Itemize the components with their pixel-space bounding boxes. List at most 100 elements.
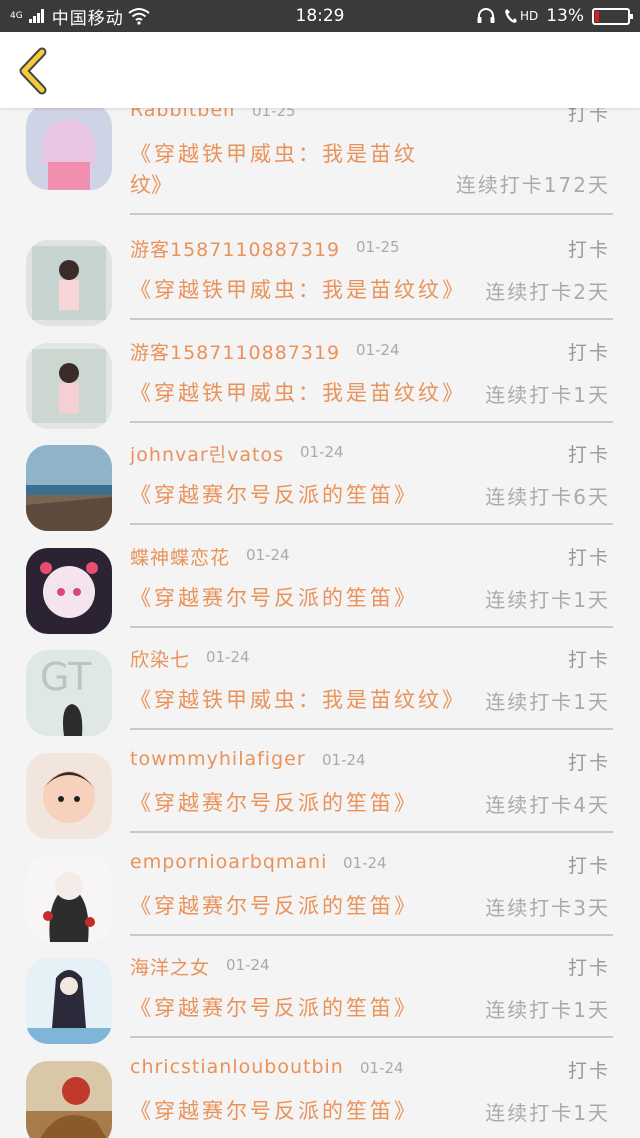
checkin-date: 01-25: [252, 108, 296, 120]
checkin-label: 打卡: [567, 546, 610, 569]
checkin-date: 01-25: [356, 238, 400, 256]
avatar[interactable]: [26, 958, 112, 1045]
avatar[interactable]: GT: [26, 650, 112, 737]
checkin-label: 打卡: [567, 444, 610, 467]
book-title[interactable]: 《穿越赛尔号反派的笙笛》: [130, 1095, 418, 1125]
checkin-date: 01-24: [300, 443, 344, 462]
streak-count: 连续打卡6天: [485, 485, 610, 510]
avatar-image: [26, 1060, 112, 1138]
book-title[interactable]: 《穿越铁甲威虫：我是苗纹纹》: [130, 684, 466, 714]
checkin-item[interactable]: GT 欣染七 01-24 打卡 《穿越铁甲威虫：我是苗纹纹》 连续打卡1天: [0, 630, 640, 737]
avatar-image: [26, 342, 112, 429]
hd-label: HD: [519, 9, 539, 23]
checkin-item[interactable]: johnvar린vatos 01-24 打卡 《穿越赛尔号反派的笙笛》 连续打卡…: [0, 425, 640, 532]
user-name[interactable]: towmmyhilafiger: [130, 748, 306, 770]
avatar-image: [26, 855, 112, 942]
checkin-item[interactable]: Rabbitbell 01-25 打卡 《穿越铁甲威虫：我是苗纹 纹》 连续打卡…: [0, 108, 640, 220]
book-title[interactable]: 《穿越赛尔号反派的笙笛》: [130, 992, 418, 1022]
back-button[interactable]: [14, 46, 54, 96]
row-divider: [130, 213, 613, 215]
book-title[interactable]: 《穿越铁甲威虫：我是苗纹纹》: [130, 274, 466, 304]
user-name[interactable]: Rabbitbell: [130, 108, 236, 121]
avatar-image: [26, 445, 112, 532]
book-title[interactable]: 《穿越铁甲威虫：我是苗纹纹》: [130, 377, 466, 407]
avatar-image: [26, 958, 112, 1045]
checkin-item[interactable]: 游客1587110887319 01-25 打卡 《穿越铁甲威虫：我是苗纹纹》 …: [0, 220, 640, 326]
user-name[interactable]: 海洋之女: [130, 953, 210, 980]
avatar[interactable]: [26, 240, 112, 326]
user-name[interactable]: chricstianlouboutbin: [130, 1056, 344, 1078]
status-bar: 4G 中国移动 18:29 HD 13%: [0, 0, 640, 32]
user-name[interactable]: 游客1587110887319: [130, 235, 340, 262]
chevron-left-icon: [19, 47, 47, 95]
row-divider: [130, 420, 613, 423]
user-name[interactable]: 欣染七: [130, 645, 190, 672]
user-name[interactable]: johnvar린vatos: [130, 440, 284, 467]
top-nav-bar: [0, 32, 640, 108]
streak-count: 连续打卡172天: [455, 173, 610, 197]
checkin-label: 打卡: [567, 854, 610, 877]
avatar-image: [26, 547, 112, 634]
avatar-image: [26, 752, 112, 839]
battery-icon: [592, 7, 633, 25]
checkin-date: 01-24: [206, 648, 250, 667]
book-title[interactable]: 《穿越赛尔号反派的笙笛》: [130, 582, 418, 612]
checkin-item[interactable]: 蝶神蝶恋花 01-24 打卡 《穿越赛尔号反派的笙笛》 连续打卡1天: [0, 528, 640, 634]
svg-text:GT: GT: [40, 655, 92, 699]
row-divider: [130, 318, 613, 320]
avatar[interactable]: [26, 445, 112, 532]
checkin-label: 打卡: [567, 649, 610, 672]
avatar[interactable]: [26, 108, 112, 190]
user-name[interactable]: empornioarbqmani: [130, 851, 327, 873]
streak-count: 连续打卡1天: [485, 587, 610, 612]
battery-percent: 13%: [546, 6, 584, 26]
hd-call-icon: HD: [504, 8, 538, 24]
streak-count: 连续打卡3天: [485, 895, 610, 920]
checkin-label: 打卡: [567, 239, 610, 261]
checkin-item[interactable]: towmmyhilafiger 01-24 打卡 《穿越赛尔号反派的笙笛》 连续…: [0, 733, 640, 839]
streak-count: 连续打卡1天: [485, 1100, 610, 1125]
network-type: 4G: [10, 10, 23, 21]
avatar[interactable]: [26, 855, 112, 942]
user-name[interactable]: 蝶神蝶恋花: [130, 543, 230, 570]
checkin-item[interactable]: empornioarbqmani 01-24 打卡 《穿越赛尔号反派的笙笛》 连…: [0, 836, 640, 942]
checkin-item[interactable]: 游客1587110887319 01-24 打卡 《穿越铁甲威虫：我是苗纹纹》 …: [0, 323, 640, 429]
checkin-date: 01-24: [226, 956, 270, 975]
book-title[interactable]: 《穿越赛尔号反派的笙笛》: [130, 479, 418, 509]
avatar-image: [26, 240, 112, 326]
checkin-date: 01-24: [360, 1058, 404, 1077]
checkin-list[interactable]: Rabbitbell 01-25 打卡 《穿越铁甲威虫：我是苗纹 纹》 连续打卡…: [0, 108, 640, 1138]
row-divider: [130, 625, 613, 628]
streak-count: 连续打卡2天: [485, 280, 610, 304]
book-title[interactable]: 《穿越赛尔号反派的笙笛》: [130, 787, 418, 817]
book-title[interactable]: 《穿越赛尔号反派的笙笛》: [130, 890, 418, 920]
avatar-image: [26, 108, 112, 190]
row-divider: [130, 1036, 613, 1039]
avatar[interactable]: [26, 547, 112, 634]
checkin-label: 打卡: [567, 957, 610, 980]
book-title-continued[interactable]: 纹》: [130, 169, 172, 199]
checkin-date: 01-24: [246, 545, 290, 564]
user-name[interactable]: 游客1587110887319: [130, 338, 340, 365]
streak-count: 连续打卡1天: [485, 690, 610, 715]
avatar[interactable]: [26, 342, 112, 429]
row-divider: [130, 728, 613, 731]
row-divider: [130, 830, 613, 833]
avatar[interactable]: [26, 1060, 112, 1138]
streak-count: 连续打卡1天: [485, 998, 610, 1023]
checkin-item[interactable]: 海洋之女 01-24 打卡 《穿越赛尔号反派的笙笛》 连续打卡1天: [0, 938, 640, 1045]
checkin-label: 打卡: [567, 341, 610, 364]
avatar-image: GT: [26, 650, 112, 737]
headset-icon: [477, 8, 495, 23]
checkin-date: 01-24: [322, 750, 366, 769]
streak-count: 连续打卡1天: [485, 382, 610, 407]
checkin-item[interactable]: chricstianlouboutbin 01-24 打卡 《穿越赛尔号反派的笙…: [0, 1041, 640, 1138]
signal-icon: [28, 9, 44, 23]
streak-count: 连续打卡4天: [485, 792, 610, 817]
avatar[interactable]: [26, 752, 112, 839]
book-title[interactable]: 《穿越铁甲威虫：我是苗纹: [130, 138, 418, 168]
carrier-name: 中国移动: [51, 8, 124, 29]
checkin-date: 01-24: [356, 340, 400, 359]
row-divider: [130, 523, 613, 526]
row-divider: [130, 933, 613, 936]
